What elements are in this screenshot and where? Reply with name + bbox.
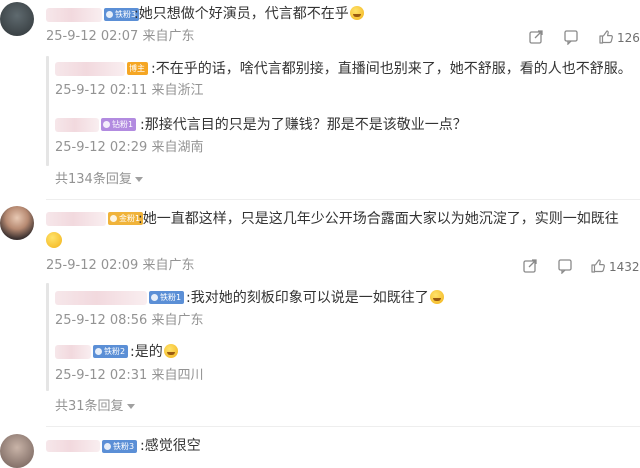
username-blurred[interactable]: [55, 118, 99, 132]
avatar[interactable]: [0, 206, 34, 240]
cat-emoji-icon: [429, 290, 444, 304]
fan-badge-label: 金粉1: [119, 214, 141, 223]
like-icon[interactable]: [598, 29, 614, 45]
more-replies-label: 共31条回复: [55, 399, 124, 414]
comment-text: :她一直都这样，只是这几年少公开场合露面大家以为她沉淀了，实则一如既往: [138, 211, 619, 227]
comment-icon[interactable]: [557, 258, 573, 275]
avatar[interactable]: [0, 434, 34, 468]
badge-gem-icon: [110, 215, 117, 222]
fan-badge-label: 铁粉3: [113, 442, 135, 451]
badge-gem-icon: [106, 11, 113, 18]
laugh-emoji-icon: [349, 6, 364, 20]
comment-meta: 25-9-12 02:09 来自广东: [46, 258, 195, 273]
badge-gem-icon: [151, 294, 158, 301]
comment-meta: 25-9-12 02:07 来自广东: [46, 29, 195, 44]
like-count: 126: [617, 31, 640, 45]
username-blurred[interactable]: [46, 8, 102, 22]
fan-badge: 铁粉3: [102, 440, 138, 453]
like-count: 1432: [609, 260, 640, 274]
comment-divider: [46, 426, 640, 427]
username-blurred[interactable]: [55, 345, 91, 359]
reply-text: :我对她的刻板印象可以说是一如既往了: [186, 288, 444, 308]
fan-badge: 钻粉1: [101, 118, 137, 131]
reply-text-content: :我对她的刻板印象可以说是一如既往了: [186, 290, 429, 306]
reply-meta: 25-9-12 02:31 来自四川: [55, 368, 204, 383]
fan-badge-label: 铁粉3: [115, 10, 137, 19]
badge-gem-icon: [104, 443, 111, 450]
username-blurred[interactable]: [46, 212, 106, 226]
laugh-emoji-icon: [163, 344, 178, 358]
badge-gem-icon: [95, 348, 102, 355]
username-blurred[interactable]: [55, 291, 147, 305]
fan-badge-label: 钻粉1: [112, 120, 134, 129]
reply-text: :那接代言目的只是为了赚钱？那是不是该敬业一点？: [140, 117, 467, 133]
reply-text-content: :是的: [130, 344, 163, 360]
username-blurred[interactable]: [46, 440, 100, 452]
reply-meta: 25-9-12 02:11 来自浙江: [55, 83, 204, 98]
share-icon[interactable]: [528, 29, 544, 45]
badge-gem-icon: [103, 121, 110, 128]
like-icon[interactable]: [590, 258, 606, 274]
more-replies-link[interactable]: 共134条回复: [55, 171, 143, 189]
fan-badge: 铁粉2: [93, 345, 129, 358]
host-badge-label: 博主: [129, 64, 145, 73]
reply-block-bar: [46, 56, 49, 166]
comment-icon[interactable]: [563, 29, 579, 46]
thinking-emoji-icon: [46, 232, 62, 248]
reply-text: :是的: [130, 342, 178, 362]
fan-badge-label: 铁粉1: [160, 293, 182, 302]
reply-text: :不在乎的话，啥代言都别接，直播间也别来了，她不舒服，看的人也不舒服。: [151, 61, 632, 77]
reply-block-bar: [46, 283, 49, 391]
fan-badge-label: 铁粉2: [104, 347, 126, 356]
comment-text: :她只想做个好演员，代言都不在乎: [134, 4, 364, 24]
fan-badge: 铁粉1: [149, 291, 185, 304]
comment-text-content: :她只想做个好演员，代言都不在乎: [134, 6, 349, 22]
comment-divider: [46, 199, 640, 200]
username-blurred[interactable]: [55, 62, 125, 76]
more-replies-label: 共134条回复: [55, 172, 132, 187]
host-badge: 博主: [127, 62, 148, 75]
comment-text: :感觉很空: [140, 438, 201, 454]
avatar[interactable]: [0, 2, 34, 36]
reply-meta: 25-9-12 02:29 来自湖南: [55, 140, 204, 155]
more-replies-link[interactable]: 共31条回复: [55, 398, 135, 416]
chevron-down-icon: [134, 177, 143, 182]
share-icon[interactable]: [522, 258, 538, 274]
chevron-down-icon: [126, 404, 135, 409]
reply-meta: 25-9-12 08:56 来自广东: [55, 313, 204, 328]
